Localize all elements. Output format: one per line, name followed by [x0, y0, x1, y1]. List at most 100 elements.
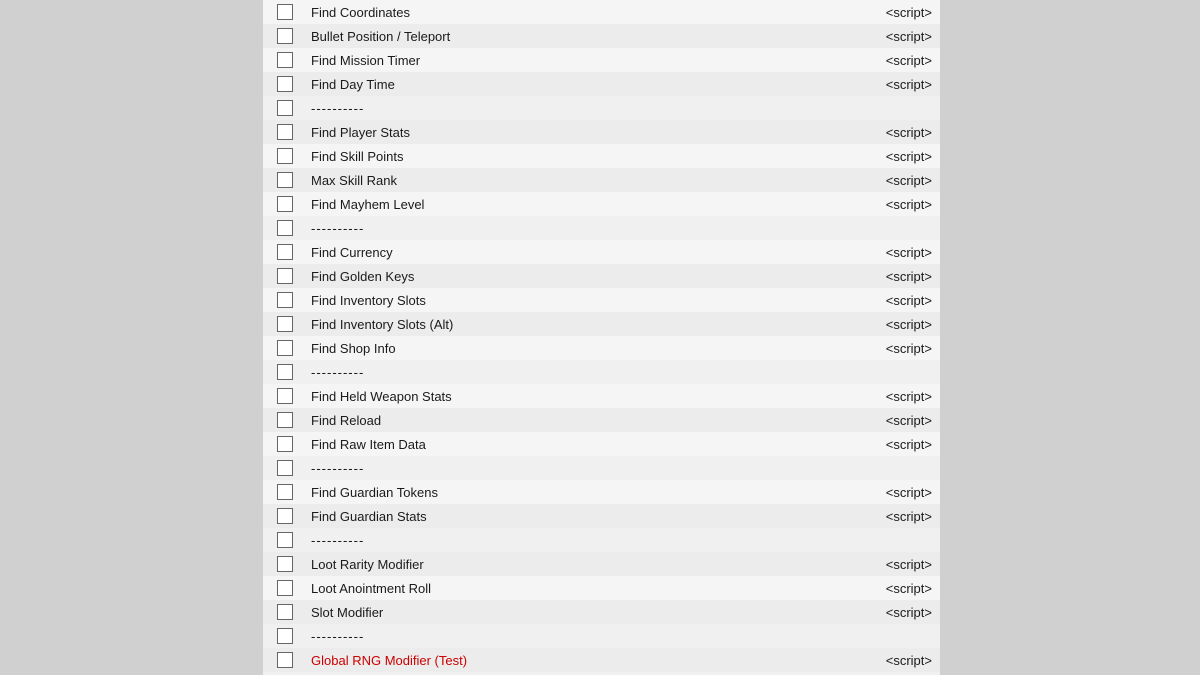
list-item[interactable]: Loot Rarity Modifier<script> [263, 552, 940, 576]
item-checkbox[interactable] [277, 508, 293, 524]
list-item[interactable]: Bullet Position / Teleport<script> [263, 24, 940, 48]
item-checkbox[interactable] [277, 388, 293, 404]
separator-checkbox-wrapper [263, 460, 307, 476]
item-script-find-skill-points: <script> [860, 149, 940, 164]
item-checkbox[interactable] [277, 268, 293, 284]
item-checkbox[interactable] [277, 4, 293, 20]
separator-checkbox[interactable] [277, 628, 293, 644]
checkbox-wrapper [263, 604, 307, 620]
item-script-find-guardian-stats: <script> [860, 509, 940, 524]
list-item[interactable]: Find Shop Info<script> [263, 336, 940, 360]
separator-checkbox[interactable] [277, 364, 293, 380]
item-script-find-shop-info: <script> [860, 341, 940, 356]
separator-checkbox[interactable] [277, 220, 293, 236]
checkbox-wrapper [263, 124, 307, 140]
list-item[interactable]: Find Coordinates<script> [263, 0, 940, 24]
checkbox-wrapper [263, 652, 307, 668]
list-item[interactable]: Find Raw Item Data<script> [263, 432, 940, 456]
item-checkbox[interactable] [277, 652, 293, 668]
list-item[interactable]: Max Skill Rank<script> [263, 168, 940, 192]
list-item[interactable]: Find Guardian Tokens<script> [263, 480, 940, 504]
item-script-find-coordinates: <script> [860, 5, 940, 20]
item-script-find-player-stats: <script> [860, 125, 940, 140]
separator-checkbox-wrapper [263, 628, 307, 644]
checkbox-wrapper [263, 388, 307, 404]
item-label-find-player-stats: Find Player Stats [307, 125, 860, 140]
item-script-find-inventory-slots-alt: <script> [860, 317, 940, 332]
main-container: Find Coordinates<script>Bullet Position … [0, 0, 1200, 675]
checkbox-wrapper [263, 4, 307, 20]
separator-label: ---------- [307, 629, 940, 644]
checkbox-wrapper [263, 316, 307, 332]
checkbox-wrapper [263, 292, 307, 308]
list-item[interactable]: Global RNG Modifier (Test)<script> [263, 648, 940, 672]
item-checkbox[interactable] [277, 436, 293, 452]
list-item[interactable]: Find Skill Points<script> [263, 144, 940, 168]
item-checkbox[interactable] [277, 52, 293, 68]
checkbox-wrapper [263, 268, 307, 284]
list-item: ---------- [263, 528, 940, 552]
item-label-find-golden-keys: Find Golden Keys [307, 269, 860, 284]
item-label-find-mayhem-level: Find Mayhem Level [307, 197, 860, 212]
item-script-find-raw-item-data: <script> [860, 437, 940, 452]
item-script-find-golden-keys: <script> [860, 269, 940, 284]
item-label-find-mission-timer: Find Mission Timer [307, 53, 860, 68]
item-label-find-inventory-slots-alt: Find Inventory Slots (Alt) [307, 317, 860, 332]
separator-checkbox[interactable] [277, 100, 293, 116]
list-item[interactable]: Loot Anointment Roll<script> [263, 576, 940, 600]
list-item: ---------- [263, 216, 940, 240]
list-item[interactable]: Find Inventory Slots<script> [263, 288, 940, 312]
item-label-find-skill-points: Find Skill Points [307, 149, 860, 164]
separator-checkbox[interactable] [277, 460, 293, 476]
item-checkbox[interactable] [277, 76, 293, 92]
list-item[interactable]: Find Held Weapon Stats<script> [263, 384, 940, 408]
item-checkbox[interactable] [277, 244, 293, 260]
checkbox-wrapper [263, 436, 307, 452]
item-checkbox[interactable] [277, 340, 293, 356]
list-item[interactable]: Find Mission Timer<script> [263, 48, 940, 72]
list-item: ---------- [263, 96, 940, 120]
list-item[interactable]: Find Inventory Slots (Alt)<script> [263, 312, 940, 336]
separator-checkbox[interactable] [277, 532, 293, 548]
item-script-slot-modifier: <script> [860, 605, 940, 620]
list-item[interactable]: Find Day Time<script> [263, 72, 940, 96]
separator-label: ---------- [307, 221, 940, 236]
item-checkbox[interactable] [277, 484, 293, 500]
item-label-find-coordinates: Find Coordinates [307, 5, 860, 20]
item-checkbox[interactable] [277, 316, 293, 332]
item-label-loot-rarity-modifier: Loot Rarity Modifier [307, 557, 860, 572]
item-checkbox[interactable] [277, 148, 293, 164]
list-item[interactable]: Find Guardian Stats<script> [263, 504, 940, 528]
item-label-find-day-time: Find Day Time [307, 77, 860, 92]
checkbox-wrapper [263, 340, 307, 356]
checkbox-wrapper [263, 556, 307, 572]
item-script-find-day-time: <script> [860, 77, 940, 92]
item-label-find-raw-item-data: Find Raw Item Data [307, 437, 860, 452]
list-item[interactable]: Slot Modifier<script> [263, 600, 940, 624]
list-item[interactable]: Find Golden Keys<script> [263, 264, 940, 288]
right-panel [940, 0, 1200, 675]
list-item[interactable]: Find Currency<script> [263, 240, 940, 264]
list-item[interactable]: Find Reload<script> [263, 408, 940, 432]
item-checkbox[interactable] [277, 604, 293, 620]
item-script-global-rng-modifier: <script> [860, 653, 940, 668]
item-checkbox[interactable] [277, 556, 293, 572]
item-label-slot-modifier: Slot Modifier [307, 605, 860, 620]
checkbox-wrapper [263, 52, 307, 68]
item-script-find-reload: <script> [860, 413, 940, 428]
checkbox-wrapper [263, 76, 307, 92]
item-checkbox[interactable] [277, 196, 293, 212]
separator-label: ---------- [307, 365, 940, 380]
item-checkbox[interactable] [277, 292, 293, 308]
item-script-loot-anointment-roll: <script> [860, 581, 940, 596]
list-item[interactable]: Find Mayhem Level<script> [263, 192, 940, 216]
item-checkbox[interactable] [277, 412, 293, 428]
item-checkbox[interactable] [277, 172, 293, 188]
item-checkbox[interactable] [277, 580, 293, 596]
item-script-find-mission-timer: <script> [860, 53, 940, 68]
checkbox-wrapper [263, 172, 307, 188]
item-checkbox[interactable] [277, 124, 293, 140]
item-label-loot-anointment-roll: Loot Anointment Roll [307, 581, 860, 596]
list-item[interactable]: Find Player Stats<script> [263, 120, 940, 144]
item-checkbox[interactable] [277, 28, 293, 44]
